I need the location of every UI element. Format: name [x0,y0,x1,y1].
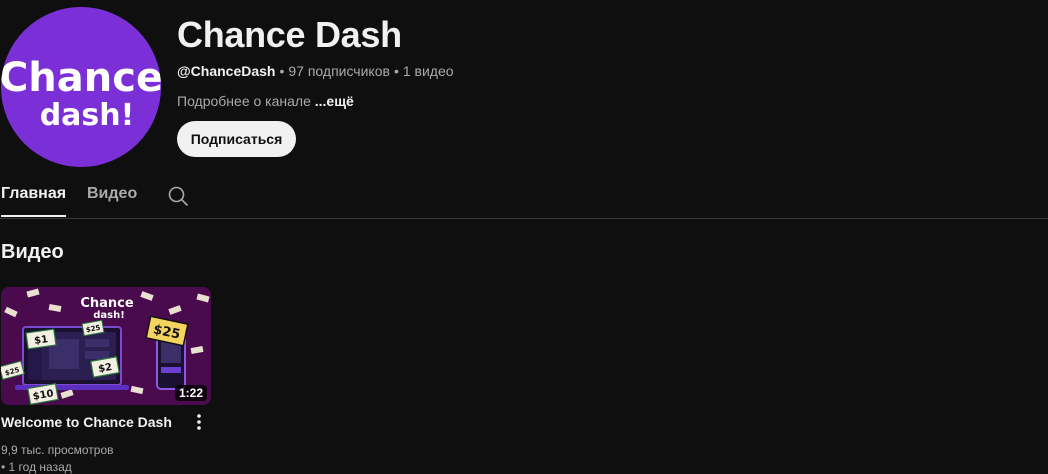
video-duration: 1:22 [174,385,207,401]
channel-avatar[interactable]: Chance dash! [1,7,161,167]
more-vert-icon [197,414,201,430]
video-menu-button[interactable] [190,412,208,432]
about-more-link[interactable]: ...ещё [315,93,354,109]
channel-tabs: Главная Видео [0,176,1048,219]
search-icon [168,186,188,206]
section-title: Видео [1,241,64,263]
video-title[interactable]: Welcome to Chance Dash [1,414,172,430]
channel-name: Chance Dash [177,14,402,55]
video-count: 1 видео [402,63,454,79]
tab-videos[interactable]: Видео [87,185,137,215]
subscribe-button[interactable]: Подписаться [177,121,296,157]
avatar-logo-line1: Chance [1,55,161,101]
separator: • [279,63,285,79]
thumbnail-logo-line2: dash! [93,310,125,321]
channel-handle: @ChanceDash [177,63,276,79]
avatar-logo-line2: dash! [40,98,135,133]
thumbnail-logo-line1: Chance [80,296,134,311]
separator: • [393,63,399,79]
subscriber-count: 97 подписчиков [288,63,390,79]
about-label: Подробнее о канале [177,93,311,109]
channel-logo: Chance dash! [1,7,161,167]
channel-about[interactable]: Подробнее о канале ...ещё [177,93,354,109]
video-views: 9,9 тыс. просмотров [1,443,114,457]
video-thumbnail[interactable]: Chance dash! $1 $25 $25 $25 $2 $10 1:22 [1,287,211,405]
tab-home[interactable]: Главная [1,185,67,217]
channel-meta: @ChanceDash • 97 подписчиков • 1 видео [177,63,454,79]
thumbnail-badge: $1 [34,334,49,347]
channel-search-button[interactable] [166,184,190,208]
